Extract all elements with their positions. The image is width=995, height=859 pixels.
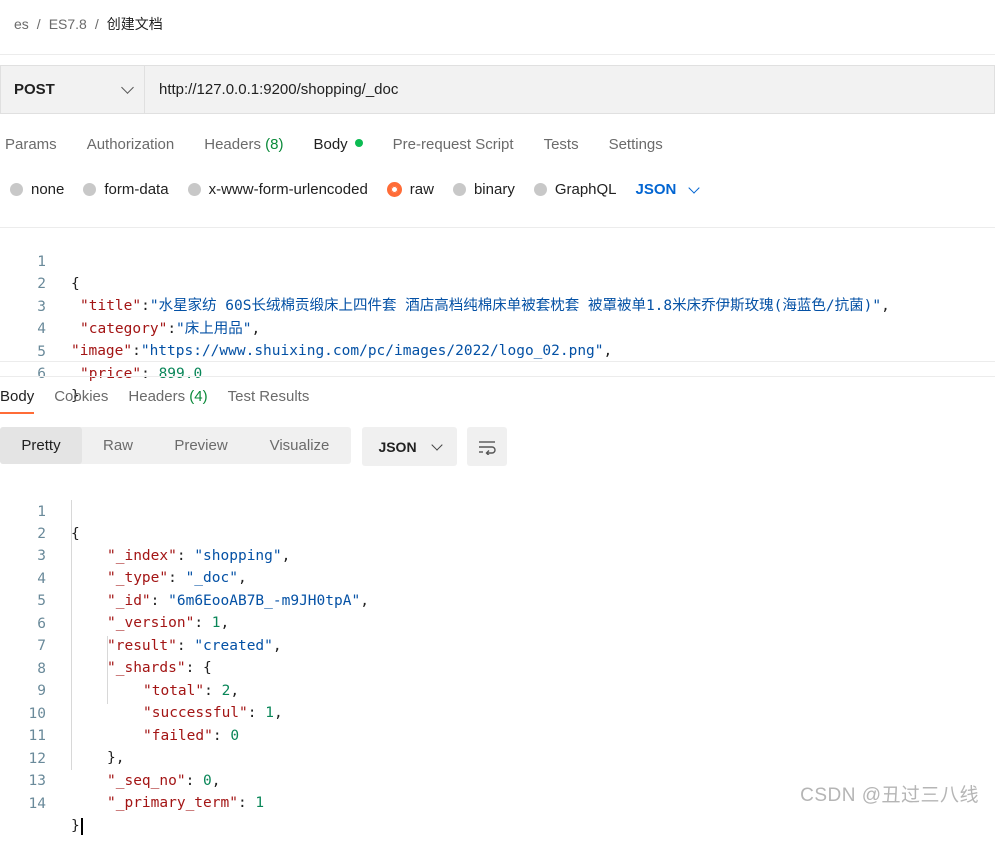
response-headers-count: (4) [189,388,208,405]
json-number: 1 [255,795,265,811]
code-line: 3 "category":"床上用品", [0,274,995,337]
wrap-lines-button[interactable] [467,427,507,466]
code-line: 9 "successful": 1, [0,658,995,721]
divider [0,54,995,55]
tab-tests[interactable]: Tests [544,136,579,153]
radio-urlencoded[interactable]: x-www-form-urlencoded [187,181,368,198]
code-line: 5 "_version": 1, [0,568,995,631]
radio-label: none [31,181,65,198]
chevron-down-icon [121,81,134,94]
radio-form-data[interactable]: form-data [83,181,169,198]
view-raw-button[interactable]: Raw [82,427,154,464]
radio-circle [10,183,23,196]
chevron-down-icon [688,181,701,194]
radio-label: x-www-form-urlencoded [208,181,368,198]
code-line: 2 "_index": "shopping", [0,501,995,564]
tab-authorization[interactable]: Authorization [87,136,175,153]
radio-label: raw [409,181,434,198]
code-text: "_primary_term": 1 [107,795,265,811]
response-body-viewer[interactable]: 1 { 2 "_index": "shopping", 3 "_type": "… [0,478,995,835]
tab-headers-label: Headers [204,136,261,153]
tab-params[interactable]: Params [5,136,57,153]
code-line: 4 "_id": "6m6EooAB7B_-m9JH0tpA", [0,546,995,609]
breadcrumb: es / ES7.8 / 创建文档 [14,14,163,34]
json-key: "_primary_term" [107,795,238,811]
line-number: 6 [37,366,46,382]
code-line: 11 }, [0,703,995,766]
code-text: "price": 899.0 [80,366,203,382]
watermark: CSDN @丑过三八线 [800,785,979,806]
brace: } [71,818,80,834]
code-line: 2 "title":"水星家纺 60S长绒棉贡缎床上四件套 酒店高档纯棉床单被套… [0,251,995,314]
response-tab-headers[interactable]: Headers (4) [128,388,207,414]
tab-body[interactable]: Body [313,136,363,153]
breadcrumb-root[interactable]: es [14,16,29,32]
code-line: 1 { [0,479,995,542]
divider [0,376,995,377]
code-line: 12 "_seq_no": 0, [0,726,995,789]
tab-prerequest-script[interactable]: Pre-request Script [393,136,514,153]
code-line: 13 "_primary_term": 1 [0,748,995,811]
response-tab-test-results[interactable]: Test Results [228,388,310,414]
radio-circle [83,183,97,196]
code-line: 3 "_type": "_doc", [0,523,995,586]
body-type-options: none form-data x-www-form-urlencoded raw… [10,181,701,198]
language-label: JSON [635,181,677,198]
url-input[interactable]: http://127.0.0.1:9200/shopping/_doc [145,81,398,98]
response-format-select[interactable]: JSON [362,427,457,466]
response-tab-headers-label: Headers [128,388,186,405]
radio-circle [533,183,547,196]
tab-settings[interactable]: Settings [609,136,663,153]
request-body-editor[interactable]: 1 { 2 "title":"水星家纺 60S长绒棉贡缎床上四件套 酒店高档纯棉… [0,227,995,404]
breadcrumb-separator: / [94,16,99,32]
radio-binary[interactable]: binary [452,181,515,198]
code-line: 1 { [0,229,995,292]
radio-label: GraphQL [554,181,617,198]
language-select[interactable]: JSON [635,181,701,198]
headers-count: (8) [265,136,284,153]
code-line: 6 } [0,341,995,404]
radio-raw[interactable]: raw [386,181,434,198]
breadcrumb-folder[interactable]: ES7.8 [49,16,87,32]
tab-body-label: Body [313,136,348,153]
text-cursor [80,817,83,835]
radio-label: form-data [104,181,169,198]
code-line: 5 "price": 899.0 [0,319,995,382]
line-number: 14 [28,796,46,812]
radio-graphql[interactable]: GraphQL [533,181,617,198]
response-tab-body[interactable]: Body [0,388,35,414]
breadcrumb-separator: / [36,16,41,32]
radio-circle [452,183,466,196]
code-line: 4 "image":"https://www.shuixing.com/pc/i… [0,296,995,359]
view-mode-bar: Pretty Raw Preview Visualize [0,427,351,464]
view-visualize-button[interactable]: Visualize [248,427,351,464]
radio-circle [187,183,201,196]
radio-circle-checked [386,182,402,197]
json-key: "price" [80,366,142,382]
code-line: 8 "total": 2, [0,636,995,699]
body-indicator-dot [354,139,363,148]
json-number: 899.0 [158,366,203,382]
method-select[interactable]: POST [1,66,145,113]
code-line: 6 "result": "created", [0,591,995,654]
radio-label: binary [473,181,515,198]
tab-headers[interactable]: Headers (8) [204,136,283,153]
request-name[interactable]: 创建文档 [107,14,163,34]
radio-none[interactable]: none [10,181,64,198]
code-line: 10 "failed": 0 [0,681,995,744]
response-tab-cookies[interactable]: Cookies [54,388,108,414]
request-bar: POST http://127.0.0.1:9200/shopping/_doc [0,65,995,114]
wrap-lines-icon [479,440,496,455]
method-label: POST [14,81,55,98]
chevron-down-icon [430,438,443,451]
view-pretty-button[interactable]: Pretty [0,427,82,464]
response-format-label: JSON [378,438,417,455]
view-preview-button[interactable]: Preview [154,427,248,464]
code-text: } [71,815,83,837]
code-line: 7 "_shards": { [0,613,995,676]
request-tabs: Params Authorization Headers (8) Body Pr… [5,136,693,153]
response-tabs: Body Cookies Headers (4) Test Results [0,388,329,414]
